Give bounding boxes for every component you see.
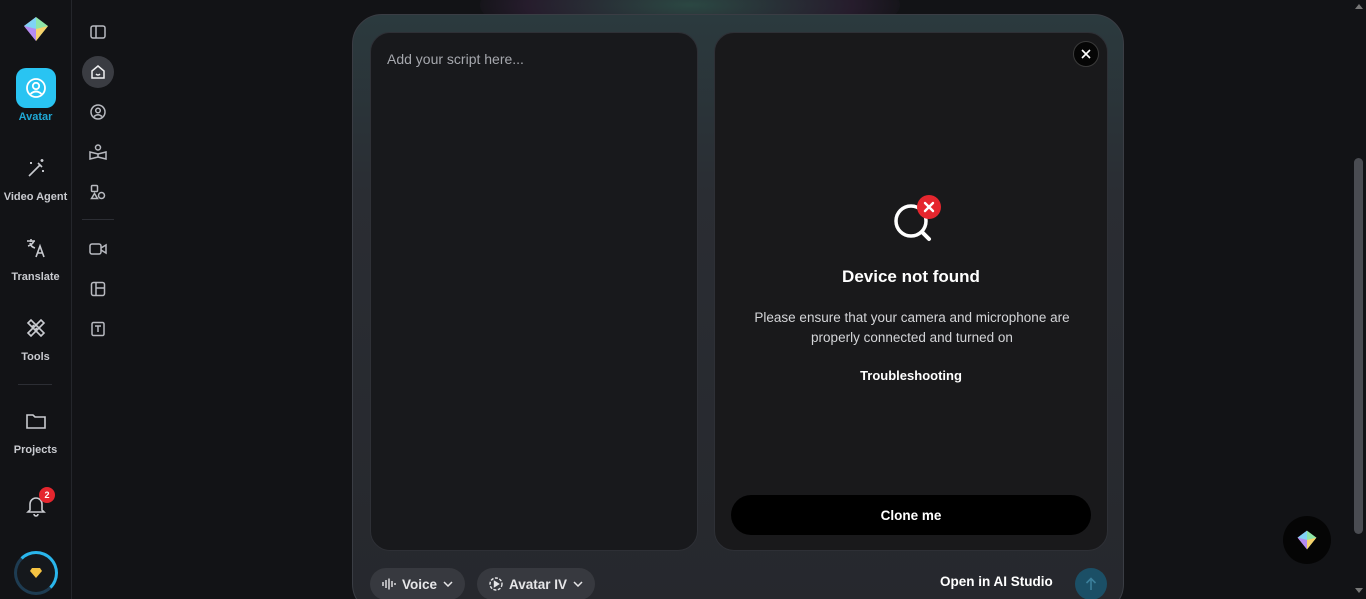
assistant-button[interactable] bbox=[1283, 516, 1331, 564]
folder-icon bbox=[25, 414, 46, 429]
nav-item-avatar[interactable]: Avatar bbox=[0, 68, 71, 123]
nav-item-label: Avatar bbox=[18, 111, 53, 123]
nav-divider bbox=[18, 384, 52, 385]
video-camera-icon bbox=[89, 243, 107, 255]
shapes-icon bbox=[90, 184, 106, 200]
secondary-nav-rail bbox=[78, 0, 118, 599]
nav-item-label: Tools bbox=[21, 351, 50, 363]
layout-button[interactable] bbox=[82, 273, 114, 305]
camera-preview: Device not found Please ensure that your… bbox=[714, 32, 1108, 551]
home-button[interactable] bbox=[82, 56, 114, 88]
assets-button[interactable] bbox=[82, 176, 114, 208]
avatar-model-dropdown[interactable]: Avatar IV bbox=[477, 568, 596, 599]
main-nav-rail: Avatar Video Agent Translate Tools Proje… bbox=[0, 0, 72, 599]
device-error-title: Device not found bbox=[842, 267, 980, 286]
creation-panel: Device not found Please ensure that your… bbox=[352, 14, 1124, 599]
brand-logo-icon bbox=[1297, 530, 1317, 550]
chevron-down-icon bbox=[443, 581, 453, 587]
nav-item-projects[interactable]: Projects bbox=[0, 401, 71, 456]
translate-icon bbox=[26, 239, 45, 258]
scroll-down-arrow-icon[interactable] bbox=[1355, 588, 1363, 593]
chevron-down-icon bbox=[573, 581, 583, 587]
avatar-icon bbox=[25, 78, 46, 98]
notification-count-badge: 2 bbox=[39, 487, 55, 503]
generate-button[interactable] bbox=[1075, 568, 1107, 599]
sidebar-toggle-icon bbox=[90, 25, 106, 39]
scroll-thumb[interactable] bbox=[1354, 158, 1363, 534]
close-button[interactable] bbox=[1073, 41, 1099, 67]
nav-item-label: Video Agent bbox=[3, 191, 68, 203]
script-input[interactable] bbox=[371, 33, 697, 550]
open-in-ai-studio-link[interactable]: Open in AI Studio bbox=[940, 574, 1053, 589]
tools-icon bbox=[26, 318, 45, 338]
nav-item-tools[interactable]: Tools bbox=[0, 308, 71, 363]
nav-item-translate[interactable]: Translate bbox=[0, 228, 71, 283]
subnav-divider bbox=[82, 219, 114, 220]
notifications-button[interactable]: 2 bbox=[23, 487, 55, 518]
nav-item-label: Translate bbox=[11, 271, 60, 283]
layout-icon bbox=[90, 281, 106, 297]
templates-button[interactable] bbox=[82, 313, 114, 345]
arrow-up-icon bbox=[1085, 577, 1097, 590]
plan-status-button[interactable] bbox=[14, 551, 58, 595]
avatar-model-label: Avatar IV bbox=[509, 576, 568, 592]
brand-logo-icon[interactable] bbox=[22, 15, 50, 43]
voice-label: Voice bbox=[402, 576, 438, 592]
search-error-icon bbox=[894, 195, 941, 241]
nav-item-video-agent[interactable]: Video Agent bbox=[0, 148, 71, 203]
voice-dropdown[interactable]: Voice bbox=[370, 568, 466, 599]
waveform-icon bbox=[382, 578, 396, 590]
script-editor bbox=[370, 32, 698, 551]
page-scrollbar[interactable] bbox=[1352, 0, 1366, 599]
book-icon bbox=[89, 144, 107, 160]
sidebar-toggle-button[interactable] bbox=[82, 16, 114, 48]
video-button[interactable] bbox=[82, 233, 114, 265]
avatars-button[interactable] bbox=[82, 96, 114, 128]
magic-wand-icon bbox=[27, 159, 44, 177]
template-icon bbox=[91, 321, 105, 337]
troubleshooting-link[interactable]: Troubleshooting bbox=[715, 368, 1107, 383]
nav-item-label: Projects bbox=[13, 444, 58, 456]
clone-me-button[interactable]: Clone me bbox=[731, 495, 1091, 535]
user-circle-icon bbox=[90, 104, 106, 120]
close-icon bbox=[1081, 49, 1091, 59]
device-error-description: Please ensure that your camera and micro… bbox=[754, 310, 1070, 345]
diamond-icon bbox=[30, 568, 42, 578]
play-circle-icon bbox=[489, 577, 503, 591]
scroll-up-arrow-icon[interactable] bbox=[1355, 4, 1363, 9]
home-icon bbox=[91, 65, 105, 79]
library-button[interactable] bbox=[82, 136, 114, 168]
